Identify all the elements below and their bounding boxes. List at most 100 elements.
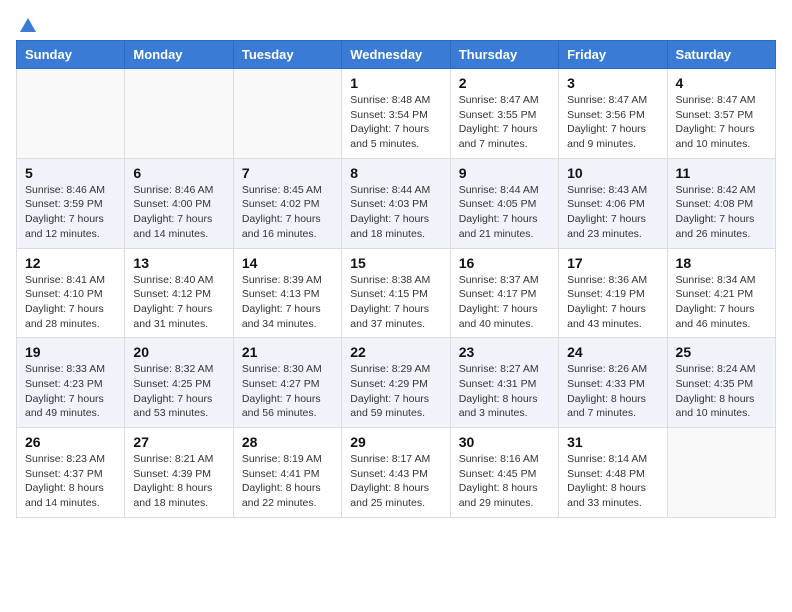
day-info: Sunrise: 8:44 AM Sunset: 4:05 PM Dayligh… (459, 183, 550, 242)
day-cell-11: 11 Sunrise: 8:42 AM Sunset: 4:08 PM Dayli… (667, 158, 775, 248)
day-info: Sunrise: 8:27 AM Sunset: 4:31 PM Dayligh… (459, 362, 550, 421)
day-info: Sunrise: 8:48 AM Sunset: 3:54 PM Dayligh… (350, 93, 441, 152)
day-cell-14: 14 Sunrise: 8:39 AM Sunset: 4:13 PM Dayli… (233, 248, 341, 338)
day-cell-16: 16Sunrise: 8:37 AM Sunset: 4:17 PM Dayli… (450, 248, 558, 338)
day-number: 8 (350, 165, 441, 181)
day-header-monday: Monday (125, 41, 233, 69)
day-cell-28: 28 Sunrise: 8:19 AM Sunset: 4:41 PM Dayli… (233, 428, 341, 518)
day-cell-17: 17Sunrise: 8:36 AM Sunset: 4:19 PM Dayli… (559, 248, 667, 338)
day-cell-8: 8 Sunrise: 8:44 AM Sunset: 4:03 PM Daylig… (342, 158, 450, 248)
day-info: Sunrise: 8:17 AM Sunset: 4:43 PM Dayligh… (350, 452, 441, 511)
day-info: Sunrise: 8:38 AM Sunset: 4:15 PM Dayligh… (350, 273, 441, 332)
day-cell-18: 18 Sunrise: 8:34 AM Sunset: 4:21 PM Dayli… (667, 248, 775, 338)
day-info: Sunrise: 8:24 AM Sunset: 4:35 PM Dayligh… (676, 362, 767, 421)
day-number: 13 (133, 255, 224, 271)
day-info: Sunrise: 8:14 AM Sunset: 4:48 PM Dayligh… (567, 452, 658, 511)
day-number: 26 (25, 434, 116, 450)
day-cell-4: 4 Sunrise: 8:47 AM Sunset: 3:57 PM Daylig… (667, 69, 775, 159)
day-info: Sunrise: 8:47 AM Sunset: 3:55 PM Dayligh… (459, 93, 550, 152)
day-info: Sunrise: 8:43 AM Sunset: 4:06 PM Dayligh… (567, 183, 658, 242)
day-cell-25: 25 Sunrise: 8:24 AM Sunset: 4:35 PM Dayli… (667, 338, 775, 428)
day-number: 21 (242, 344, 333, 360)
week-row-5: 26 Sunrise: 8:23 AM Sunset: 4:37 PM Dayli… (17, 428, 776, 518)
day-cell-19: 19 Sunrise: 8:33 AM Sunset: 4:23 PM Dayli… (17, 338, 125, 428)
day-number: 19 (25, 344, 116, 360)
day-cell-13: 13 Sunrise: 8:40 AM Sunset: 4:12 PM Dayli… (125, 248, 233, 338)
day-cell-1: 1Sunrise: 8:48 AM Sunset: 3:54 PM Daylig… (342, 69, 450, 159)
day-cell-10: 10 Sunrise: 8:43 AM Sunset: 4:06 PM Dayli… (559, 158, 667, 248)
day-info: Sunrise: 8:47 AM Sunset: 3:57 PM Dayligh… (676, 93, 767, 152)
day-info: Sunrise: 8:34 AM Sunset: 4:21 PM Dayligh… (676, 273, 767, 332)
day-info: Sunrise: 8:45 AM Sunset: 4:02 PM Dayligh… (242, 183, 333, 242)
day-number: 16 (459, 255, 550, 271)
day-info: Sunrise: 8:19 AM Sunset: 4:41 PM Dayligh… (242, 452, 333, 511)
day-cell-7: 7 Sunrise: 8:45 AM Sunset: 4:02 PM Daylig… (233, 158, 341, 248)
day-cell-21: 21 Sunrise: 8:30 AM Sunset: 4:27 PM Dayli… (233, 338, 341, 428)
day-number: 18 (676, 255, 767, 271)
day-info: Sunrise: 8:42 AM Sunset: 4:08 PM Dayligh… (676, 183, 767, 242)
day-info: Sunrise: 8:23 AM Sunset: 4:37 PM Dayligh… (25, 452, 116, 511)
day-info: Sunrise: 8:29 AM Sunset: 4:29 PM Dayligh… (350, 362, 441, 421)
day-header-friday: Friday (559, 41, 667, 69)
day-number: 9 (459, 165, 550, 181)
day-number: 17 (567, 255, 658, 271)
day-info: Sunrise: 8:30 AM Sunset: 4:27 PM Dayligh… (242, 362, 333, 421)
day-cell-22: 22Sunrise: 8:29 AM Sunset: 4:29 PM Dayli… (342, 338, 450, 428)
day-info: Sunrise: 8:32 AM Sunset: 4:25 PM Dayligh… (133, 362, 224, 421)
logo (16, 16, 38, 32)
day-info: Sunrise: 8:16 AM Sunset: 4:45 PM Dayligh… (459, 452, 550, 511)
week-row-4: 19 Sunrise: 8:33 AM Sunset: 4:23 PM Dayli… (17, 338, 776, 428)
day-number: 31 (567, 434, 658, 450)
day-cell-26: 26 Sunrise: 8:23 AM Sunset: 4:37 PM Dayli… (17, 428, 125, 518)
day-cell-9: 9 Sunrise: 8:44 AM Sunset: 4:05 PM Daylig… (450, 158, 558, 248)
day-number: 7 (242, 165, 333, 181)
day-header-tuesday: Tuesday (233, 41, 341, 69)
day-info: Sunrise: 8:33 AM Sunset: 4:23 PM Dayligh… (25, 362, 116, 421)
calendar-header-row: SundayMondayTuesdayWednesdayThursdayFrid… (17, 41, 776, 69)
day-cell-29: 29 Sunrise: 8:17 AM Sunset: 4:43 PM Dayli… (342, 428, 450, 518)
day-info: Sunrise: 8:41 AM Sunset: 4:10 PM Dayligh… (25, 273, 116, 332)
day-number: 15 (350, 255, 441, 271)
logo-icon (18, 16, 38, 36)
day-number: 28 (242, 434, 333, 450)
day-number: 25 (676, 344, 767, 360)
empty-cell (233, 69, 341, 159)
day-number: 4 (676, 75, 767, 91)
day-header-saturday: Saturday (667, 41, 775, 69)
day-number: 6 (133, 165, 224, 181)
day-number: 10 (567, 165, 658, 181)
week-row-2: 5 Sunrise: 8:46 AM Sunset: 3:59 PM Daylig… (17, 158, 776, 248)
header (16, 16, 776, 32)
day-cell-30: 30Sunrise: 8:16 AM Sunset: 4:45 PM Dayli… (450, 428, 558, 518)
empty-cell (667, 428, 775, 518)
day-number: 5 (25, 165, 116, 181)
day-number: 24 (567, 344, 658, 360)
day-header-wednesday: Wednesday (342, 41, 450, 69)
day-cell-6: 6 Sunrise: 8:46 AM Sunset: 4:00 PM Daylig… (125, 158, 233, 248)
day-header-sunday: Sunday (17, 41, 125, 69)
calendar: SundayMondayTuesdayWednesdayThursdayFrid… (16, 40, 776, 518)
day-cell-3: 3Sunrise: 8:47 AM Sunset: 3:56 PM Daylig… (559, 69, 667, 159)
day-header-thursday: Thursday (450, 41, 558, 69)
day-number: 29 (350, 434, 441, 450)
day-number: 14 (242, 255, 333, 271)
day-info: Sunrise: 8:21 AM Sunset: 4:39 PM Dayligh… (133, 452, 224, 511)
day-cell-31: 31 Sunrise: 8:14 AM Sunset: 4:48 PM Dayli… (559, 428, 667, 518)
day-cell-24: 24 Sunrise: 8:26 AM Sunset: 4:33 PM Dayli… (559, 338, 667, 428)
day-info: Sunrise: 8:44 AM Sunset: 4:03 PM Dayligh… (350, 183, 441, 242)
day-number: 20 (133, 344, 224, 360)
empty-cell (17, 69, 125, 159)
day-number: 11 (676, 165, 767, 181)
day-info: Sunrise: 8:39 AM Sunset: 4:13 PM Dayligh… (242, 273, 333, 332)
day-info: Sunrise: 8:40 AM Sunset: 4:12 PM Dayligh… (133, 273, 224, 332)
day-info: Sunrise: 8:46 AM Sunset: 3:59 PM Dayligh… (25, 183, 116, 242)
day-number: 2 (459, 75, 550, 91)
day-cell-20: 20 Sunrise: 8:32 AM Sunset: 4:25 PM Dayli… (125, 338, 233, 428)
day-info: Sunrise: 8:26 AM Sunset: 4:33 PM Dayligh… (567, 362, 658, 421)
day-cell-27: 27Sunrise: 8:21 AM Sunset: 4:39 PM Dayli… (125, 428, 233, 518)
day-number: 23 (459, 344, 550, 360)
day-cell-12: 12 Sunrise: 8:41 AM Sunset: 4:10 PM Dayli… (17, 248, 125, 338)
day-number: 12 (25, 255, 116, 271)
day-info: Sunrise: 8:46 AM Sunset: 4:00 PM Dayligh… (133, 183, 224, 242)
day-number: 3 (567, 75, 658, 91)
